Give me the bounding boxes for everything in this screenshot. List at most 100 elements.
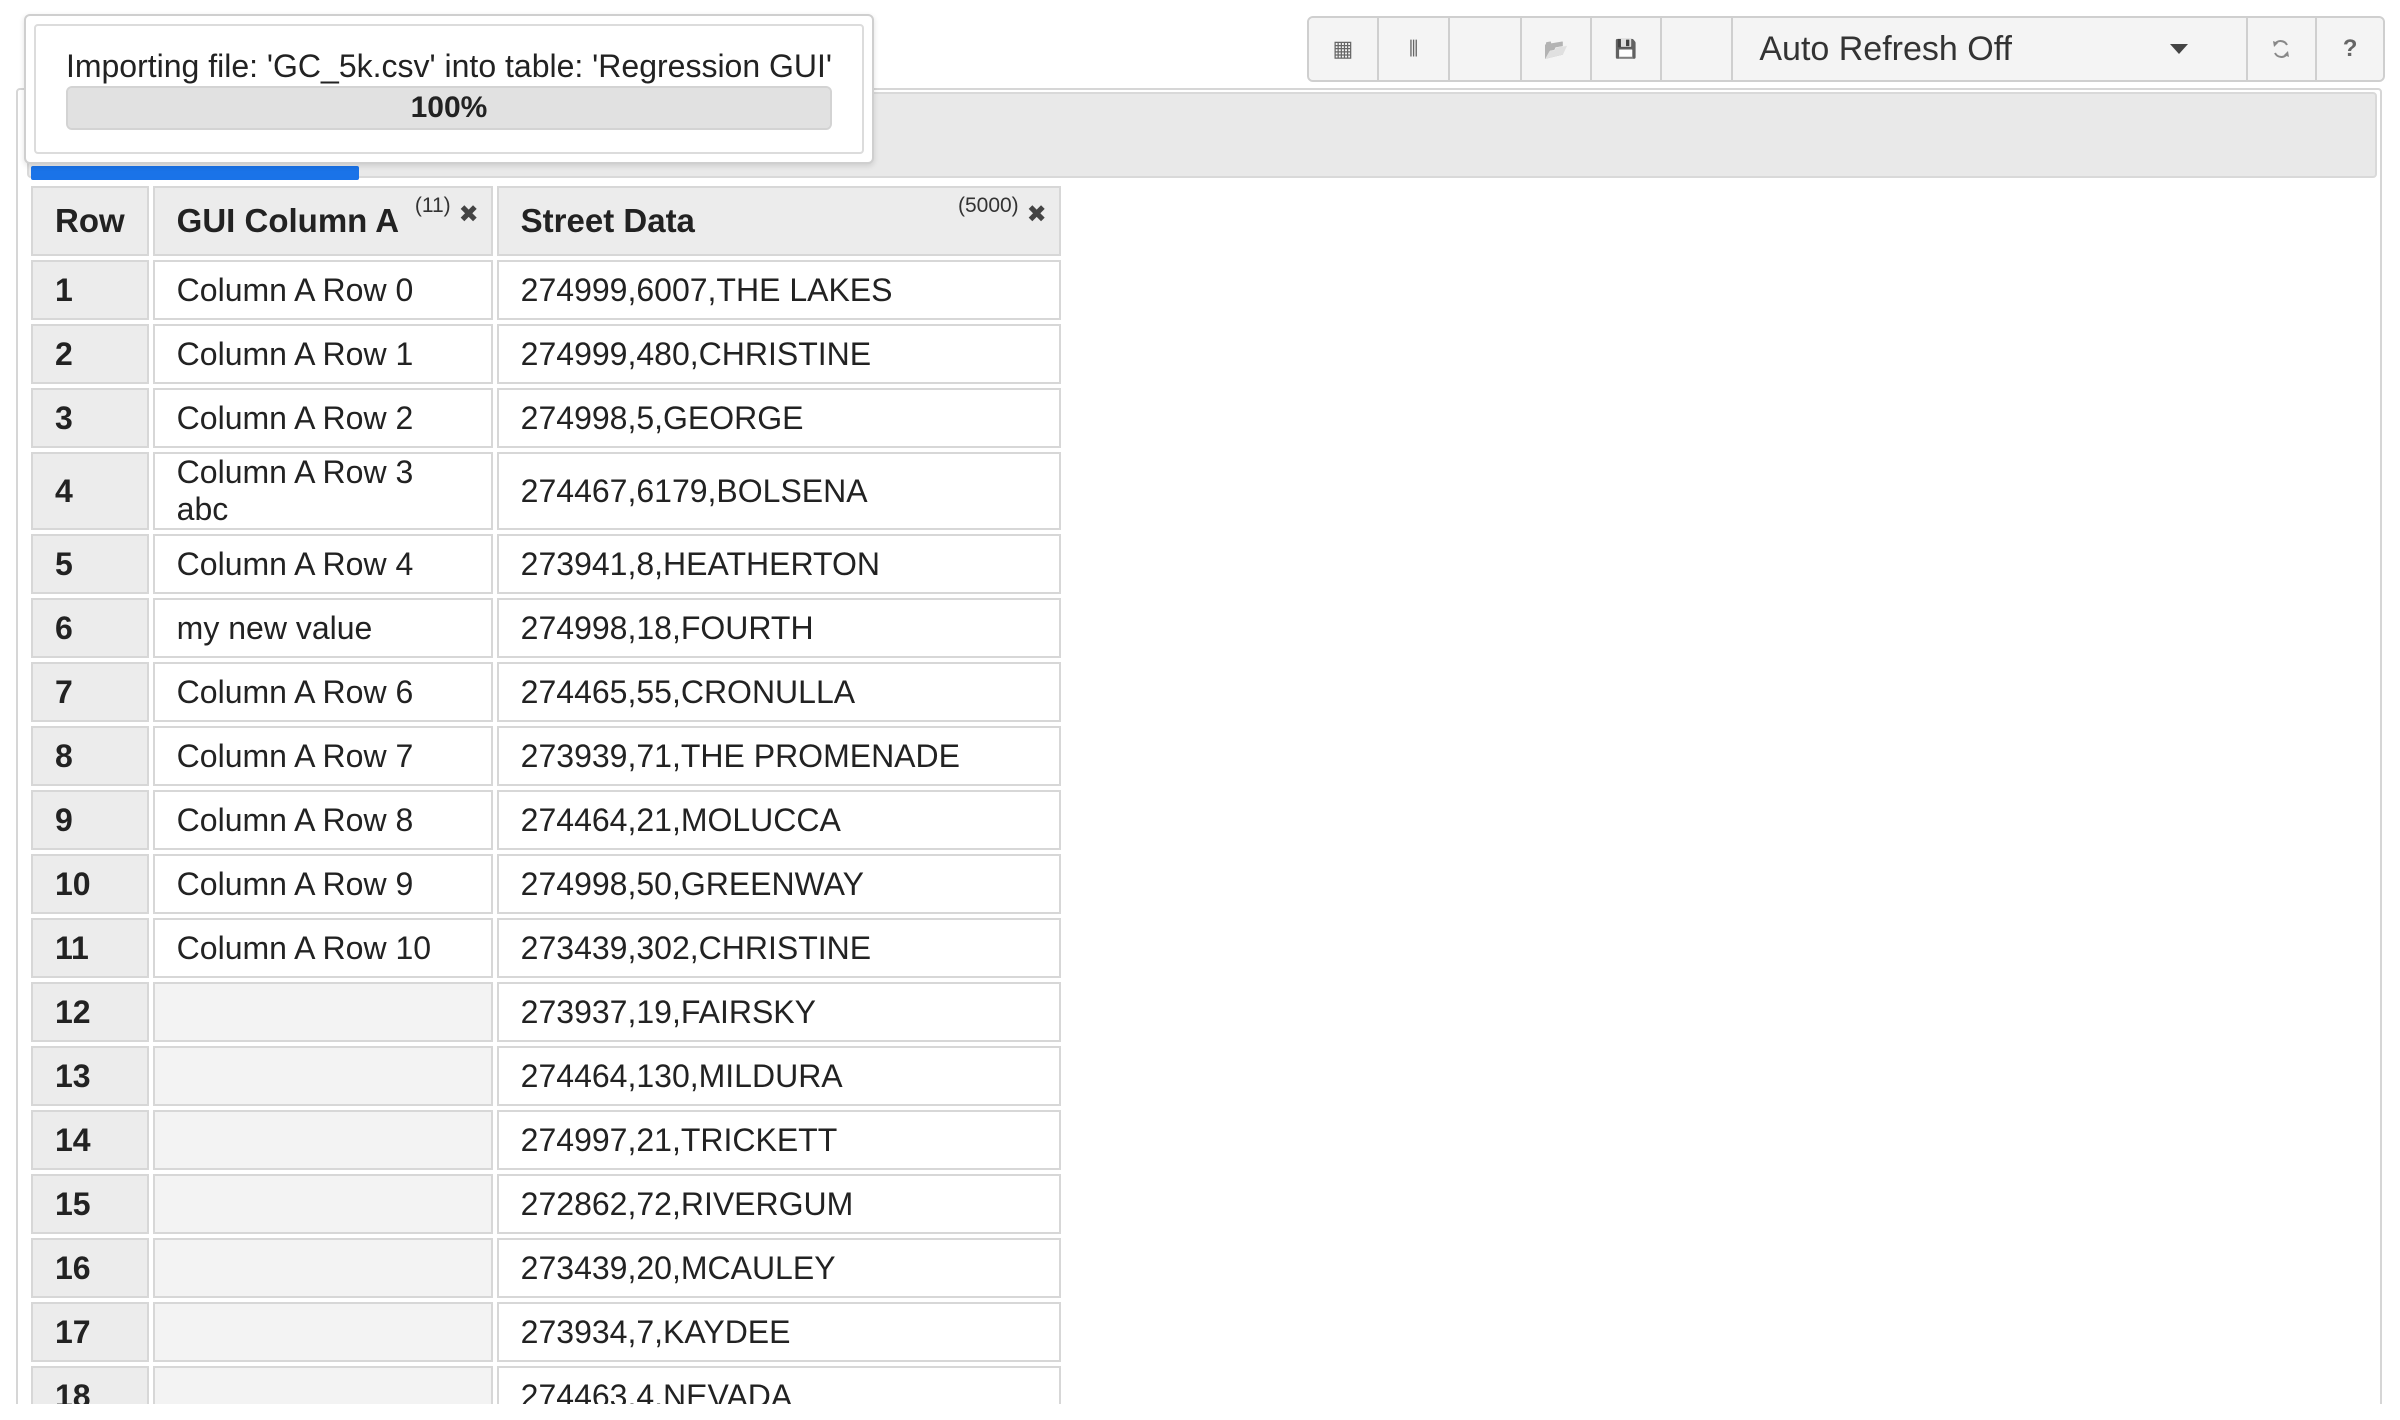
auto-refresh-select[interactable]: Auto Refresh Off [1733, 18, 2248, 80]
column-header-street-data[interactable]: Street Data (5000) ✖ [496, 186, 1061, 256]
auto-refresh-value: Auto Refresh Off [1759, 29, 2012, 68]
gui-column-a-cell[interactable]: Column A Row 2 [152, 388, 493, 448]
street-data-cell[interactable]: 274465,55,CRONULLA [496, 662, 1061, 722]
street-data-cell[interactable]: 274467,6179,BOLSENA [496, 452, 1061, 530]
table-row: 10 Column A Row 9 274998,50,GREENWAY [31, 854, 1061, 914]
row-number-cell[interactable]: 9 [31, 790, 149, 850]
gui-column-a-cell[interactable]: Column A Row 1 [152, 324, 493, 384]
gui-column-a-cell[interactable] [152, 1238, 493, 1298]
table-view-button[interactable]: ▦ [1309, 18, 1379, 80]
table-row: 17 273934,7,KAYDEE [31, 1302, 1061, 1362]
table-body: 1 Column A Row 0 274999,6007,THE LAKES 2 Col… [31, 260, 1061, 1404]
save-button[interactable]: 💾 [1591, 18, 1662, 80]
column-header-gui-column-a[interactable]: GUI Column A (11) ✖ [152, 186, 493, 256]
street-data-cell[interactable]: 273939,71,THE PROMENADE [496, 726, 1061, 786]
column-header-label: GUI Column A [176, 202, 400, 239]
import-message: Importing file: 'GC_5k.csv' into table: … [65, 48, 833, 84]
street-data-cell[interactable]: 273934,7,KAYDEE [496, 1302, 1061, 1362]
remove-column-icon[interactable]: ✖ [459, 200, 479, 229]
gui-column-a-cell[interactable] [152, 1110, 493, 1170]
row-number-cell[interactable]: 4 [31, 452, 149, 530]
table-row: 11 Column A Row 10 273439,302,CHRISTINE [31, 918, 1061, 978]
street-data-cell[interactable]: 274997,21,TRICKETT [496, 1110, 1061, 1170]
table-header-row: Row GUI Column A (11) ✖ Street Data (500… [31, 186, 1061, 256]
street-data-cell[interactable]: 273941,8,HEATHERTON [496, 534, 1061, 594]
column-header-label: Street Data [520, 202, 695, 239]
active-tab-indicator[interactable] [31, 166, 359, 180]
row-number-cell[interactable]: 2 [31, 324, 149, 384]
column-count-badge: (5000) [957, 194, 1019, 217]
row-number-cell[interactable]: 16 [31, 1238, 149, 1298]
row-number-cell[interactable]: 14 [31, 1110, 149, 1170]
gui-column-a-cell[interactable] [152, 1174, 493, 1234]
columns-button[interactable]: ⦀ [1378, 18, 1451, 80]
row-number-cell[interactable]: 10 [31, 854, 149, 914]
table-row: 12 273937,19,FAIRSKY [31, 982, 1061, 1042]
table-row: 3 Column A Row 2 274998,5,GEORGE [31, 388, 1061, 448]
row-number-cell[interactable]: 1 [31, 260, 149, 320]
table-row: 13 274464,130,MILDURA [31, 1046, 1061, 1106]
table-row: 2 Column A Row 1 274999,480,CHRISTINE [31, 324, 1061, 384]
gui-column-a-cell[interactable]: my new value [152, 598, 493, 658]
row-number-cell[interactable]: 15 [31, 1174, 149, 1234]
table-row: 15 272862,72,RIVERGUM [31, 1174, 1061, 1234]
refresh-icon [2273, 40, 2290, 58]
gui-column-a-cell[interactable]: Column A Row 6 [152, 662, 493, 722]
gui-column-a-cell[interactable]: Column A Row 8 [152, 790, 493, 850]
row-header: Row [31, 186, 149, 256]
row-number-cell[interactable]: 8 [31, 726, 149, 786]
street-data-cell[interactable]: 274999,6007,THE LAKES [496, 260, 1061, 320]
table-row: 18 274463,4,NEVADA [31, 1366, 1061, 1404]
refresh-button[interactable] [2247, 18, 2318, 80]
gui-column-a-cell[interactable]: Column A Row 7 [152, 726, 493, 786]
table-row: 14 274997,21,TRICKETT [31, 1110, 1061, 1170]
toolbar-blank-button-1[interactable] [1450, 18, 1523, 80]
column-count-badge: (11) [414, 194, 451, 217]
row-number-cell[interactable]: 12 [31, 982, 149, 1042]
toolbar-blank-button-2[interactable] [1661, 18, 1734, 80]
street-data-cell[interactable]: 274998,18,FOURTH [496, 598, 1061, 658]
row-number-cell[interactable]: 13 [31, 1046, 149, 1106]
row-number-cell[interactable]: 5 [31, 534, 149, 594]
save-icon: 💾 [1614, 38, 1637, 59]
row-number-cell[interactable]: 11 [31, 918, 149, 978]
gui-column-a-cell[interactable]: Column A Row 9 [152, 854, 493, 914]
street-data-cell[interactable]: 274998,5,GEORGE [496, 388, 1061, 448]
gui-column-a-cell[interactable] [152, 1046, 493, 1106]
row-number-cell[interactable]: 6 [31, 598, 149, 658]
gui-column-a-cell[interactable]: Column A Row 10 [152, 918, 493, 978]
gui-column-a-cell[interactable] [152, 1302, 493, 1362]
table-row: 7 Column A Row 6 274465,55,CRONULLA [31, 662, 1061, 722]
street-data-cell[interactable]: 272862,72,RIVERGUM [496, 1174, 1061, 1234]
table-icon: ▦ [1332, 36, 1354, 61]
street-data-cell[interactable]: 273439,20,MCAULEY [496, 1238, 1061, 1298]
street-data-cell[interactable]: 274999,480,CHRISTINE [496, 324, 1061, 384]
import-progress-dialog: Importing file: 'GC_5k.csv' into table: … [24, 14, 874, 164]
gui-column-a-cell[interactable]: Column A Row 4 [152, 534, 493, 594]
data-table: Row GUI Column A (11) ✖ Street Data (500… [27, 182, 1065, 1404]
street-data-cell[interactable]: 273937,19,FAIRSKY [496, 982, 1061, 1042]
table-row: 16 273439,20,MCAULEY [31, 1238, 1061, 1298]
table-row: 1 Column A Row 0 274999,6007,THE LAKES [31, 260, 1061, 320]
row-number-cell[interactable]: 17 [31, 1302, 149, 1362]
table-row: 6 my new value 274998,18,FOURTH [31, 598, 1061, 658]
row-number-cell[interactable]: 18 [31, 1366, 149, 1404]
import-progress-bar: 100% [66, 86, 832, 130]
street-data-cell[interactable]: 274463,4,NEVADA [496, 1366, 1061, 1404]
gui-column-a-cell[interactable]: Column A Row 0 [152, 260, 493, 320]
gui-column-a-cell[interactable] [152, 982, 493, 1042]
street-data-cell[interactable]: 273439,302,CHRISTINE [496, 918, 1061, 978]
help-button[interactable]: ? [2317, 18, 2383, 80]
gui-column-a-cell[interactable] [152, 1366, 493, 1404]
table-row: 5 Column A Row 4 273941,8,HEATHERTON [31, 534, 1061, 594]
street-data-cell[interactable]: 274998,50,GREENWAY [496, 854, 1061, 914]
toolbar: ▦ ⦀ 📂 💾 Auto Refresh Off ? [1307, 16, 2385, 82]
import-progress-body: Importing file: 'GC_5k.csv' into table: … [34, 24, 864, 154]
row-number-cell[interactable]: 7 [31, 662, 149, 722]
street-data-cell[interactable]: 274464,130,MILDURA [496, 1046, 1061, 1106]
street-data-cell[interactable]: 274464,21,MOLUCCA [496, 790, 1061, 850]
row-number-cell[interactable]: 3 [31, 388, 149, 448]
open-file-button[interactable]: 📂 [1522, 18, 1592, 80]
gui-column-a-cell[interactable]: Column A Row 3 abc [152, 452, 493, 530]
remove-column-icon[interactable]: ✖ [1027, 200, 1047, 229]
